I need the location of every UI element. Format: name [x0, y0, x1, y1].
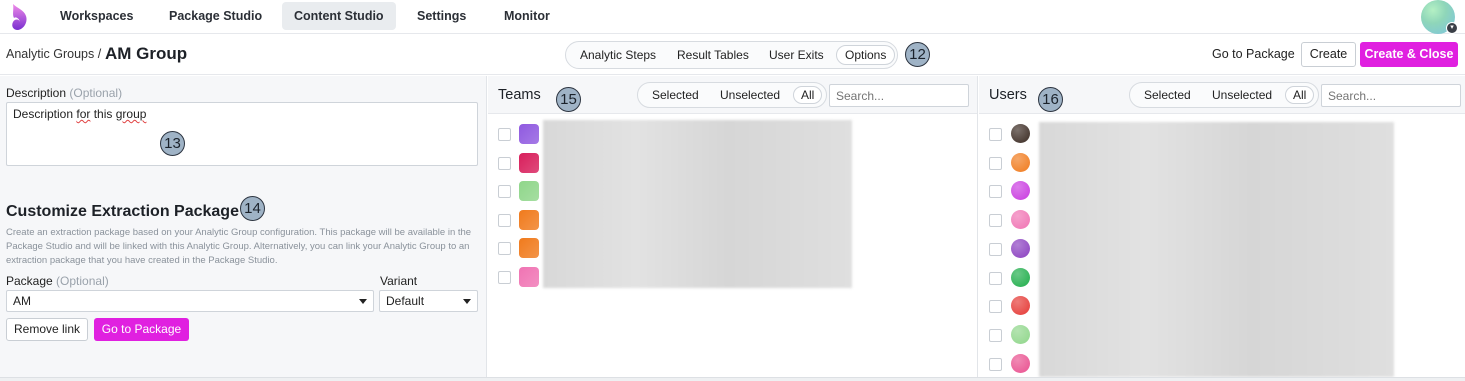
blurred-team-names [543, 120, 852, 288]
filter-selected[interactable]: Selected [1137, 86, 1198, 104]
page-title: AM Group [105, 44, 188, 63]
teams-filter: Selected Unselected All [637, 82, 827, 108]
user-checkbox[interactable] [989, 128, 1002, 141]
nav-tab-monitor[interactable]: Monitor [492, 2, 562, 30]
chevron-down-icon [359, 299, 367, 304]
team-avatar [519, 267, 539, 287]
teams-header: Teams 15 Selected Unselected All [488, 76, 977, 114]
teams-search-input[interactable] [829, 84, 969, 107]
tab-user-exits[interactable]: User Exits [761, 45, 832, 65]
remove-link-button[interactable]: Remove link [6, 318, 88, 341]
user-checkbox[interactable] [989, 214, 1002, 228]
marker-14: 14 [240, 196, 265, 221]
top-nav: Workspaces Package Studio Content Studio… [0, 0, 1465, 34]
team-avatar [519, 238, 539, 259]
description-textarea[interactable]: Description for this group [6, 102, 478, 166]
user-checkbox[interactable] [989, 328, 1002, 342]
filter-unselected[interactable]: Unselected [1205, 86, 1279, 104]
team-checkbox[interactable] [498, 213, 511, 227]
user-avatar [1011, 210, 1030, 230]
user-avatar [1011, 181, 1030, 201]
team-checkbox[interactable] [498, 156, 511, 170]
users-search-input[interactable] [1321, 84, 1461, 107]
chevron-down-icon[interactable]: ▾ [1446, 22, 1458, 34]
sub-header: Analytic Groups / AM Group Analytic Step… [0, 35, 1465, 75]
package-select[interactable]: AM [6, 290, 374, 312]
user-checkbox[interactable] [989, 242, 1002, 256]
create-close-button[interactable]: Create & Close [1360, 42, 1458, 67]
users-filter: Selected Unselected All [1129, 82, 1319, 108]
user-checkbox[interactable] [989, 271, 1002, 285]
horizontal-scrollbar[interactable] [0, 377, 1465, 381]
go-to-package-link[interactable]: Go to Package [1212, 47, 1295, 61]
create-button[interactable]: Create [1301, 42, 1356, 67]
filter-all[interactable]: All [1285, 86, 1315, 104]
teams-panel: Teams 15 Selected Unselected All [488, 76, 978, 381]
marker-12: 12 [905, 42, 930, 67]
options-panel: Description (Optional) Description for t… [0, 76, 487, 381]
blurred-user-names [1039, 122, 1394, 377]
marker-13: 13 [160, 131, 185, 156]
nav-tab-package-studio[interactable]: Package Studio [157, 2, 274, 30]
description-label: Description (Optional) [6, 86, 123, 100]
variant-select[interactable]: Default [379, 290, 478, 312]
marker-15: 15 [556, 87, 581, 112]
nav-tab-content-studio[interactable]: Content Studio [282, 2, 396, 30]
step-tabs: Analytic Steps Result Tables User Exits … [565, 41, 898, 69]
user-checkbox[interactable] [989, 185, 1002, 199]
nav-tab-workspaces[interactable]: Workspaces [48, 2, 145, 30]
user-checkbox[interactable] [989, 300, 1002, 314]
user-checkbox[interactable] [989, 156, 1002, 170]
team-avatar [519, 124, 539, 144]
team-checkbox[interactable] [498, 242, 511, 256]
tab-result-tables[interactable]: Result Tables [669, 45, 757, 65]
go-to-package-button[interactable]: Go to Package [94, 318, 189, 341]
section-title: Customize Extraction Package [6, 203, 239, 220]
user-avatar [1011, 238, 1030, 258]
filter-selected[interactable]: Selected [645, 86, 706, 104]
nav-tab-settings[interactable]: Settings [405, 2, 478, 30]
user-checkbox[interactable] [989, 357, 1002, 371]
team-checkbox[interactable] [498, 128, 511, 141]
marker-16: 16 [1038, 87, 1063, 112]
team-avatar [519, 209, 539, 230]
variant-label: Variant [380, 274, 418, 288]
team-avatar [519, 181, 539, 202]
app-logo-icon[interactable] [8, 2, 30, 32]
user-avatar [1011, 296, 1030, 316]
tab-analytic-steps[interactable]: Analytic Steps [572, 45, 664, 65]
users-header: Users 16 Selected Unselected All [979, 76, 1465, 114]
breadcrumb[interactable]: Analytic Groups / [6, 47, 101, 61]
users-title: Users [989, 87, 1027, 103]
team-checkbox[interactable] [498, 185, 511, 199]
user-avatar [1011, 152, 1030, 172]
user-avatar [1011, 124, 1030, 143]
team-avatar [519, 152, 539, 173]
user-avatar [1011, 324, 1030, 344]
package-label: Package (Optional) [6, 274, 109, 288]
users-panel: Users 16 Selected Unselected All [979, 76, 1465, 381]
team-checkbox[interactable] [498, 271, 511, 284]
chevron-down-icon [463, 299, 471, 304]
teams-title: Teams [498, 87, 541, 103]
user-avatar [1011, 353, 1030, 373]
filter-unselected[interactable]: Unselected [713, 86, 787, 104]
section-description: Create an extraction package based on yo… [6, 227, 472, 266]
tab-options[interactable]: Options [836, 45, 896, 65]
user-avatar [1011, 267, 1030, 287]
filter-all[interactable]: All [793, 86, 823, 104]
